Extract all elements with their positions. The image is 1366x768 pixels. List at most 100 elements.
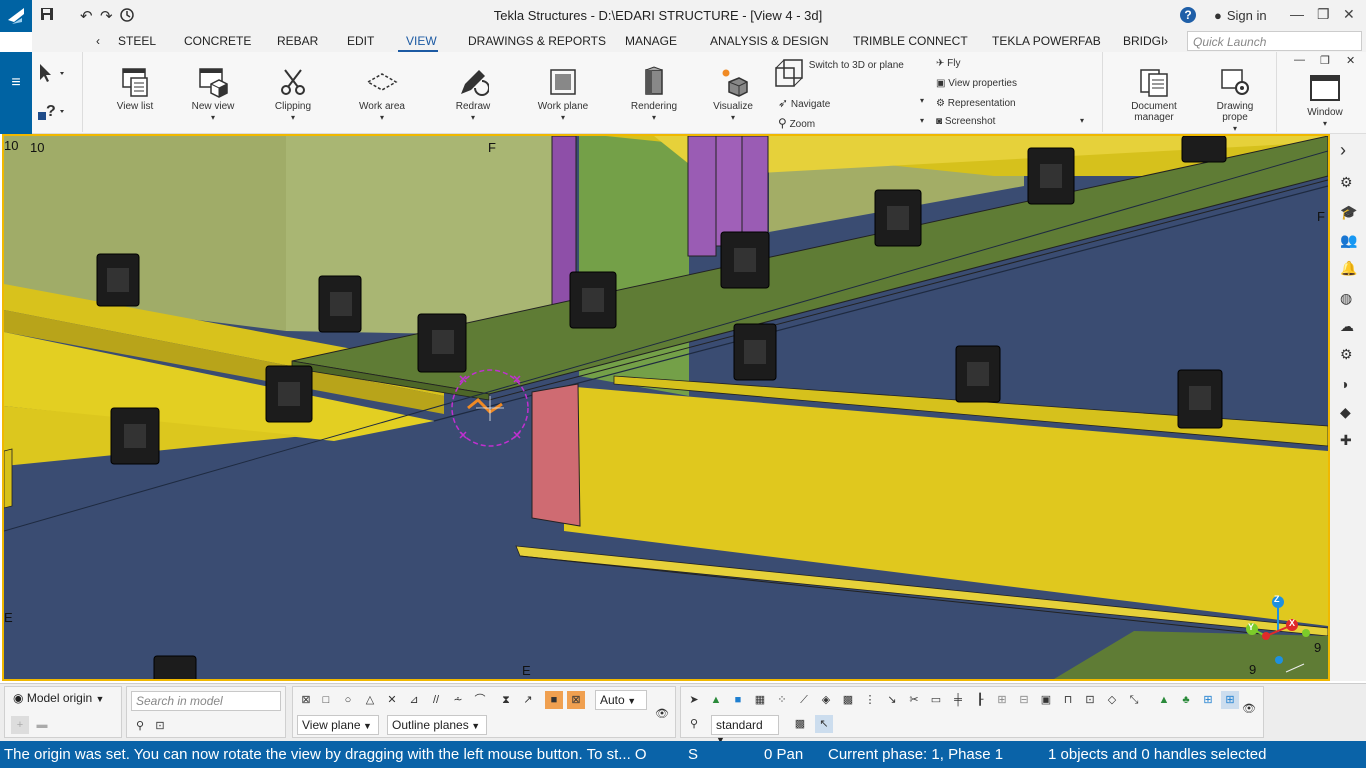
zoom-dropdown-icon[interactable]: ▾ xyxy=(920,116,924,125)
snap-any-icon[interactable]: ⌒ xyxy=(471,691,489,709)
snap-ref-lines-icon[interactable]: ⊠ xyxy=(297,691,315,709)
select-pour-icon[interactable]: ⊡ xyxy=(1081,691,1099,709)
select-layers-icon[interactable]: ◇ xyxy=(1103,691,1121,709)
select-lines-icon[interactable]: ⟋ xyxy=(795,691,813,709)
zoom-button[interactable]: ⚲ Zoom xyxy=(778,116,815,130)
model-origin-select[interactable]: ◉ Model origin ▼ xyxy=(9,689,117,709)
snap-geometry-icon[interactable]: □ xyxy=(317,691,335,709)
ribbon-close-button[interactable]: ✕ xyxy=(1346,54,1355,67)
select-mode-icon[interactable]: ↖ xyxy=(815,715,833,733)
expand-pane-icon[interactable]: › xyxy=(1340,140,1346,161)
notifications-icon[interactable]: 🔔 xyxy=(1340,260,1357,277)
select-points-icon[interactable]: ⁘ xyxy=(773,691,791,709)
search-in-model-input[interactable]: Search in model xyxy=(131,691,281,711)
snap-nearest-icon[interactable]: ⧗ xyxy=(497,691,515,709)
select-bolts-icon[interactable]: ⋮ xyxy=(861,691,879,709)
document-manager-button[interactable]: Document manager xyxy=(1126,66,1182,123)
clipping-button[interactable]: Clipping ▾ xyxy=(270,66,316,123)
snap-intersection-icon[interactable]: ✕ xyxy=(383,691,401,709)
fly-button[interactable]: ✈ Fly xyxy=(936,58,961,69)
select-tool[interactable] xyxy=(36,62,66,87)
object-icon[interactable]: ◆ xyxy=(1340,404,1351,421)
outline-planes-select[interactable]: Outline planes ▼ xyxy=(387,715,487,735)
settings-icon[interactable]: ⚙ xyxy=(1340,346,1353,363)
tab-steel[interactable]: STEEL xyxy=(118,34,156,48)
representation-button[interactable]: ⚙ Representation xyxy=(936,98,1016,109)
select-handles-icon[interactable]: ┠ xyxy=(971,691,989,709)
work-area-button[interactable]: Work area ▾ xyxy=(356,66,408,123)
tab-view[interactable]: VIEW xyxy=(406,34,437,48)
tab-trimble-connect[interactable]: TRIMBLE CONNECT xyxy=(853,34,968,48)
select-group-icon[interactable]: ♣ xyxy=(1177,691,1195,709)
select-parts-icon[interactable]: ▲ xyxy=(707,691,725,709)
select-components-icon[interactable]: ⊟ xyxy=(1015,691,1033,709)
snap-extension-icon[interactable]: ⩪ xyxy=(449,691,467,709)
tab-rebar[interactable]: REBAR xyxy=(277,34,318,48)
add-icon[interactable]: + xyxy=(11,716,29,734)
tabs-scroll-left-icon[interactable]: ‹ xyxy=(96,34,100,48)
switch-3d-button[interactable]: Switch to 3D or plane xyxy=(774,58,904,88)
snap-perpendicular-icon[interactable]: ⊿ xyxy=(405,691,423,709)
select-welds-icon[interactable]: ▩ xyxy=(839,691,857,709)
select-connections-icon[interactable]: ⊓ xyxy=(1059,691,1077,709)
selection-filter-select[interactable]: standard ▼ xyxy=(711,715,779,745)
search-options-icon[interactable]: ⊡ xyxy=(151,717,169,735)
snap-center-icon[interactable]: ○ xyxy=(339,691,357,709)
ribbon-restore-button[interactable]: ❐ xyxy=(1320,54,1330,67)
snap-free-icon[interactable]: ↗ xyxy=(519,691,537,709)
view-plane-select[interactable]: View plane ▼ xyxy=(297,715,379,735)
selection-visibility-icon[interactable]: 👁 xyxy=(1240,700,1258,718)
select-all-icon[interactable]: ➤ xyxy=(685,691,703,709)
sign-in-button[interactable]: ● Sign in xyxy=(1214,8,1267,23)
tab-analysis-design[interactable]: ANALYSIS & DESIGN xyxy=(710,34,828,48)
tab-edit[interactable]: EDIT xyxy=(347,34,374,48)
select-cuts-icon[interactable]: ↘ xyxy=(883,691,901,709)
select-reinforcement-icon[interactable]: ╪ xyxy=(949,691,967,709)
snap-override-icon[interactable]: ⊠ xyxy=(567,691,585,709)
select-grid-icon[interactable]: ▦ xyxy=(751,691,769,709)
learning-icon[interactable]: 🎓 xyxy=(1340,204,1357,221)
tab-concrete[interactable]: CONCRETE xyxy=(184,34,251,48)
redraw-button[interactable]: Redraw ▾ xyxy=(448,66,498,123)
select-blocks-icon[interactable]: ⊞ xyxy=(1221,691,1239,709)
select-fittings-icon[interactable]: ✂ xyxy=(905,691,923,709)
restore-button[interactable]: ❐ xyxy=(1317,6,1330,23)
new-view-button[interactable]: New view ▾ xyxy=(186,66,240,123)
filter-options-icon[interactable]: ▩ xyxy=(791,715,809,733)
catalog-icon[interactable]: ◑ xyxy=(1340,376,1348,392)
view-list-button[interactable]: View list xyxy=(110,66,160,112)
cloud-icon[interactable]: ☁ xyxy=(1340,318,1354,335)
screenshot-dropdown-icon[interactable]: ▾ xyxy=(1080,116,1084,125)
delete-icon[interactable]: ▬ xyxy=(33,716,51,734)
add-component-icon[interactable]: ✚ xyxy=(1340,432,1352,449)
globe-icon[interactable]: ◍ xyxy=(1340,290,1352,307)
navigate-dropdown-icon[interactable]: ▾ xyxy=(920,96,924,105)
select-views-icon[interactable]: ▭ xyxy=(927,691,945,709)
users-icon[interactable]: 👥 xyxy=(1340,232,1357,249)
status-phase[interactable]: Current phase: 1, Phase 1 xyxy=(828,746,1003,763)
ribbon-minimize-button[interactable]: — xyxy=(1294,54,1305,66)
select-tree-icon[interactable]: ▲ xyxy=(1155,691,1173,709)
work-plane-button[interactable]: Work plane ▾ xyxy=(536,66,590,123)
select-plane-icon[interactable]: ▣ xyxy=(1037,691,1055,709)
help-icon[interactable]: ? xyxy=(1180,7,1196,23)
properties-icon[interactable]: ⚙ xyxy=(1340,174,1353,191)
navigate-button[interactable]: ➶ Navigate xyxy=(778,96,830,110)
side-menu-toggle[interactable]: ≡ xyxy=(0,52,32,134)
visualize-button[interactable]: Visualize ▾ xyxy=(710,66,756,123)
select-filter-icon[interactable]: ⊞ xyxy=(1199,691,1217,709)
drawing-properties-button[interactable]: Drawing prope ▾ xyxy=(1204,66,1266,134)
rendering-button[interactable]: Rendering ▾ xyxy=(628,66,680,123)
snap-midpoint-icon[interactable]: △ xyxy=(361,691,379,709)
minimize-button[interactable]: — xyxy=(1290,6,1304,22)
window-button[interactable]: Window ▾ xyxy=(1302,72,1348,129)
select-assemblies-icon[interactable]: ⊞ xyxy=(993,691,1011,709)
snap-depth-select[interactable]: Auto ▼ xyxy=(595,690,647,710)
model-scene[interactable] xyxy=(4,136,1328,679)
quick-launch-input[interactable]: Quick Launch xyxy=(1187,31,1362,51)
tabs-scroll-right-icon[interactable]: › xyxy=(1164,34,1168,48)
select-objects-icon[interactable]: ◈ xyxy=(817,691,835,709)
close-button[interactable]: ✕ xyxy=(1343,6,1355,23)
select-edges-icon[interactable]: ⤡ xyxy=(1125,691,1143,709)
select-surface-icon[interactable]: ■ xyxy=(729,691,747,709)
